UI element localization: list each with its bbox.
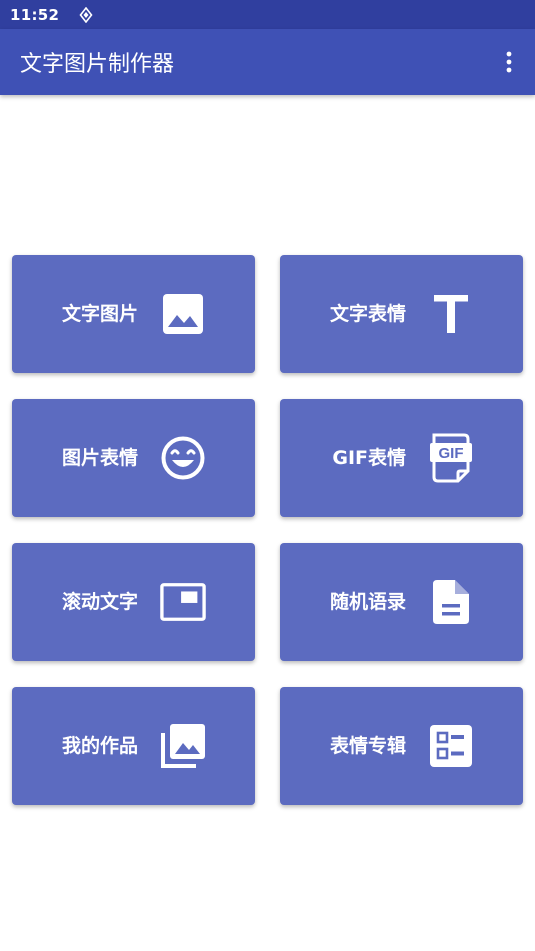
- photo-library-icon: [160, 723, 206, 769]
- tile-text-image[interactable]: 文字图片: [12, 255, 255, 373]
- image-icon: [160, 291, 206, 337]
- picture-in-picture-icon: [160, 579, 206, 625]
- tile-my-works[interactable]: 我的作品: [12, 687, 255, 805]
- tile-label: 我的作品: [61, 735, 138, 757]
- tile-label: 文字表情: [329, 303, 406, 325]
- tile-scrolling-text[interactable]: 滚动文字: [12, 543, 255, 661]
- gif-file-icon: GIF: [428, 433, 474, 483]
- tile-text-emoji[interactable]: 文字表情: [280, 255, 523, 373]
- text-t-icon: [428, 291, 474, 337]
- smiley-face-icon: [160, 435, 206, 481]
- tile-image-emoji[interactable]: 图片表情: [12, 399, 255, 517]
- tile-gif-emoji[interactable]: GIF表情 GIF: [280, 399, 523, 517]
- tile-label: 表情专辑: [329, 735, 406, 757]
- feature-grid: 文字图片 文字表情 图片表情 GIF表情 GIF 滚动文字 随机语录 我的作品 …: [0, 0, 535, 951]
- tile-label: 滚动文字: [61, 591, 138, 613]
- tile-emoji-album[interactable]: 表情专辑: [280, 687, 523, 805]
- tile-label: 图片表情: [61, 447, 138, 469]
- tile-label: 文字图片: [61, 303, 138, 325]
- tile-label: GIF表情: [332, 447, 406, 469]
- checklist-icon: [428, 723, 474, 769]
- svg-text:GIF: GIF: [439, 445, 464, 462]
- document-icon: [428, 579, 474, 625]
- tile-random-quotes[interactable]: 随机语录: [280, 543, 523, 661]
- tile-label: 随机语录: [329, 591, 406, 613]
